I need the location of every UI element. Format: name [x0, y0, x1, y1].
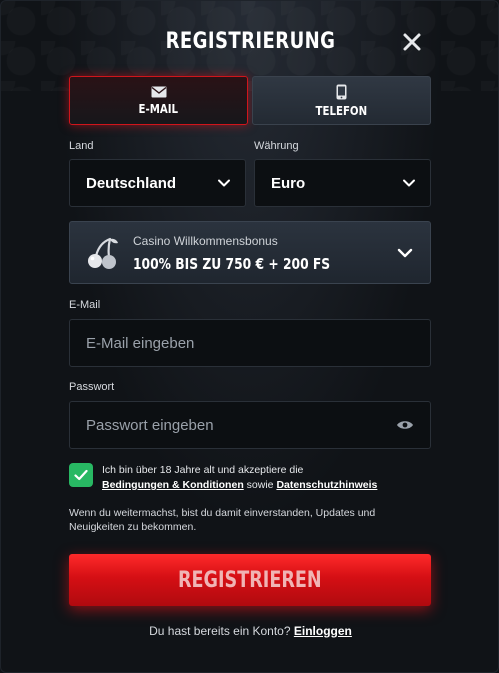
close-button[interactable]	[399, 29, 425, 55]
login-link[interactable]: Einloggen	[294, 624, 352, 638]
eye-icon[interactable]	[396, 419, 414, 431]
tab-phone[interactable]: TELEFON	[252, 76, 431, 125]
country-select[interactable]: Deutschland	[69, 159, 246, 207]
login-question: Du hast bereits ein Konto?	[149, 624, 291, 638]
envelope-icon	[151, 86, 166, 97]
password-label: Passwort	[69, 381, 115, 393]
close-icon	[403, 33, 421, 51]
register-button[interactable]: REGISTRIEREN	[69, 554, 431, 606]
privacy-link[interactable]: Datenschutzhinweis	[276, 479, 377, 491]
modal-title: REGISTRIERUNG	[165, 29, 336, 54]
register-button-label: REGISTRIEREN	[178, 567, 322, 593]
age-terms-checkbox[interactable]	[69, 463, 93, 487]
email-field[interactable]: E-Mail eingeben	[69, 319, 431, 367]
currency-select[interactable]: Euro	[254, 159, 431, 207]
registration-modal: REGISTRIERUNG E-MAIL TELEFON Land Deutsc…	[0, 0, 499, 673]
country-label: Land	[69, 140, 94, 152]
country-value: Deutschland	[86, 174, 177, 192]
login-prompt: Du hast bereits ein Konto? Einloggen	[1, 624, 498, 638]
chevron-down-icon	[218, 179, 230, 187]
checkmark-icon	[74, 469, 88, 481]
password-placeholder: Passwort eingeben	[86, 416, 214, 434]
chevron-down-icon	[397, 248, 413, 258]
phone-icon	[336, 84, 347, 99]
tab-email-label: E-MAIL	[138, 101, 179, 116]
cherries-icon	[88, 237, 118, 269]
tab-email[interactable]: E-MAIL	[69, 76, 248, 125]
currency-value: Euro	[271, 174, 306, 192]
email-placeholder: E-Mail eingeben	[86, 334, 195, 352]
email-label: E-Mail	[69, 299, 101, 311]
password-field[interactable]: Passwort eingeben	[69, 401, 431, 449]
bonus-offer: 100% BIS ZU 750 € + 200 FS	[133, 255, 331, 273]
bonus-title: Casino Willkommensbonus	[133, 234, 278, 248]
terms-link[interactable]: Bedingungen & Konditionen	[102, 479, 244, 491]
signup-method-tabs: E-MAIL TELEFON	[69, 76, 431, 125]
chevron-down-icon	[403, 179, 415, 187]
terms-text: Ich bin über 18 Jahre alt und akzeptiere…	[102, 463, 432, 493]
terms-intro: Ich bin über 18 Jahre alt und akzeptiere…	[102, 464, 304, 476]
tab-phone-label: TELEFON	[315, 103, 368, 118]
updates-notice: Wenn du weitermachst, bist du damit einv…	[69, 507, 376, 533]
terms-conjunction: sowie	[246, 479, 274, 491]
bonus-select[interactable]: Casino Willkommensbonus 100% BIS ZU 750 …	[69, 221, 431, 284]
currency-label: Währung	[254, 140, 299, 152]
